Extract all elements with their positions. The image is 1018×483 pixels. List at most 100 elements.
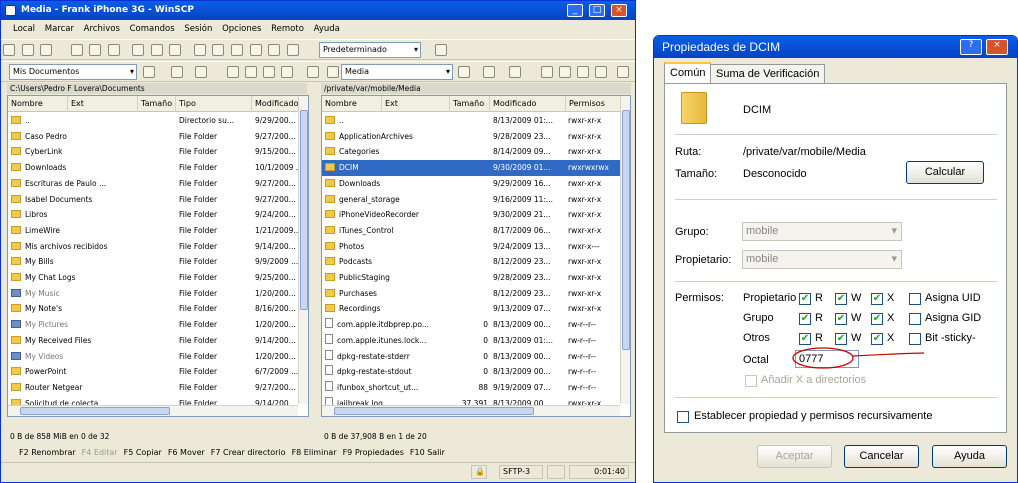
menu-marcar[interactable]: Marcar xyxy=(45,24,74,34)
cancelar-button[interactable]: Cancelar xyxy=(844,445,919,468)
file-row[interactable]: .. 8/13/2009 01:... rwxr-xr-x xyxy=(322,113,630,129)
maximize-button[interactable]: □ xyxy=(589,4,605,17)
root-dir-icon[interactable] xyxy=(245,66,257,78)
file-row[interactable]: ApplicationArchives 9/28/2009 23... rwxr-x… xyxy=(322,129,630,145)
col-size[interactable]: Tamaño xyxy=(138,96,176,112)
menu-ayuda[interactable]: Ayuda xyxy=(314,24,340,34)
propietario-select[interactable]: mobile xyxy=(742,250,902,269)
menu-opciones[interactable]: Opciones xyxy=(222,24,261,34)
fkey-button[interactable]: F8 Eliminar xyxy=(292,448,337,457)
parent-dir-icon[interactable] xyxy=(541,66,553,78)
menu-sesion[interactable]: Sesión xyxy=(184,24,212,34)
open-folder-icon[interactable] xyxy=(143,66,155,78)
file-row[interactable]: Mis archivos recibidos File Folder 9/14/20… xyxy=(8,239,308,255)
select-plus-icon[interactable] xyxy=(193,44,206,56)
file-row[interactable]: PublicStaging 9/28/2009 23... rwxr-xr-x xyxy=(322,270,630,286)
grupo-select[interactable]: mobile xyxy=(742,222,902,241)
add-x-checkbox[interactable] xyxy=(745,375,757,387)
file-row[interactable]: Photos 9/24/2009 13... rwxr-x--- xyxy=(322,239,630,255)
file-row[interactable]: My Received Files File Folder 9/14/200... xyxy=(8,333,308,349)
col-permissions[interactable]: Permisos xyxy=(566,96,622,112)
write-checkbox[interactable]: ✔ xyxy=(835,313,847,325)
file-row[interactable]: Isabel Documents File Folder 9/27/200... xyxy=(8,192,308,208)
file-row[interactable]: Caso Pedro File Folder 9/27/200... xyxy=(8,129,308,145)
special-checkbox[interactable] xyxy=(909,293,921,305)
open-folder-icon[interactable] xyxy=(458,66,470,78)
file-row[interactable]: CyberLink File Folder 9/15/200... xyxy=(8,144,308,160)
local-file-panel[interactable]: Nombre Ext Tamaño Tipo Modificado .. Dire… xyxy=(7,95,309,417)
local-vertical-scrollbar[interactable] xyxy=(298,96,308,404)
file-row[interactable]: general_storage 9/16/2009 11:... rwxr-xr-x xyxy=(322,192,630,208)
col-name[interactable]: Nombre xyxy=(322,96,382,112)
menu-local[interactable]: Local xyxy=(13,24,35,34)
synchronize-icon[interactable] xyxy=(70,44,83,56)
tree-icon[interactable] xyxy=(617,66,629,78)
file-row[interactable]: My Bills File Folder 9/9/2009 ... xyxy=(8,254,308,270)
filter-icon[interactable] xyxy=(231,44,244,56)
fkey-button[interactable]: F5 Copiar xyxy=(124,448,162,457)
back-icon[interactable] xyxy=(171,66,183,78)
fkey-button[interactable]: F9 Propiedades xyxy=(343,448,404,457)
console-icon[interactable] xyxy=(132,44,145,56)
col-ext[interactable]: Ext xyxy=(382,96,450,112)
refresh-icon[interactable] xyxy=(107,44,120,56)
file-row[interactable]: Downloads 9/29/2009 16... rwxr-xr-x xyxy=(322,176,630,192)
root-dir-icon[interactable] xyxy=(559,66,571,78)
close-button[interactable]: × xyxy=(611,4,627,17)
close-dialog-button[interactable]: × xyxy=(986,39,1008,55)
tab-comun[interactable]: Común xyxy=(664,62,712,83)
fkey-button[interactable]: F4 Editar xyxy=(82,448,118,457)
file-row[interactable]: My Music File Folder 1/20/200... xyxy=(8,286,308,302)
queue-icon[interactable] xyxy=(169,44,182,56)
invert-icon[interactable] xyxy=(249,44,262,56)
help-title-button[interactable]: ? xyxy=(960,39,982,55)
file-row[interactable]: dpkg-restate-stdout 0 8/13/2009 00... rw-r-… xyxy=(322,364,630,380)
file-row[interactable]: My Chat Logs File Folder 9/25/200... xyxy=(8,270,308,286)
fkey-button[interactable]: F10 Salir xyxy=(410,448,445,457)
file-row[interactable]: My Videos File Folder 1/20/200... xyxy=(8,349,308,365)
minimize-button[interactable]: _ xyxy=(567,4,583,17)
file-row[interactable]: iTunes_Control 8/17/2009 06... rwxr-xr-x xyxy=(322,223,630,239)
tree-icon[interactable] xyxy=(307,66,319,78)
home-icon[interactable] xyxy=(263,66,275,78)
fkey-button[interactable]: F2 Renombrar xyxy=(19,448,76,457)
forward-icon[interactable] xyxy=(509,66,521,78)
recursive-checkbox[interactable] xyxy=(677,411,689,423)
back-icon[interactable] xyxy=(483,66,495,78)
remote-vertical-scrollbar[interactable] xyxy=(620,96,630,404)
file-row[interactable]: dpkg-restate-stderr 0 8/13/2009 00... rw-r-… xyxy=(322,349,630,365)
file-row[interactable]: iPhoneVideoRecorder 9/30/2009 21... rwxr-x… xyxy=(322,207,630,223)
file-row[interactable]: Libros File Folder 9/24/200... xyxy=(8,207,308,223)
file-row[interactable]: com.apple.itdbprep.po... 0 8/13/2009 00...… xyxy=(322,317,630,333)
write-checkbox[interactable]: ✔ xyxy=(835,293,847,305)
preferences-icon[interactable] xyxy=(3,44,15,56)
file-row[interactable]: PowerPoint File Folder 6/7/2009 ... xyxy=(8,364,308,380)
file-row[interactable]: Recordings 9/13/2009 07... rwxr-xr-x xyxy=(322,301,630,317)
transfer-preset-select[interactable]: Predeterminado xyxy=(319,42,421,58)
file-row[interactable]: DCIM 9/30/2009 01... rwxrwxrwx xyxy=(322,160,630,177)
local-horizontal-scrollbar[interactable] xyxy=(8,405,298,416)
remote-file-panel[interactable]: Nombre Ext Tamaño Modificado Permisos ..… xyxy=(321,95,631,417)
fkey-button[interactable]: F7 Crear directorio xyxy=(211,448,286,457)
commander-icon[interactable] xyxy=(40,44,53,56)
remote-horizontal-scrollbar[interactable] xyxy=(322,405,620,416)
calcular-button[interactable]: Calcular xyxy=(906,161,984,184)
transfer-settings-icon[interactable] xyxy=(435,44,447,56)
execute-checkbox[interactable]: ✔ xyxy=(871,313,883,325)
ayuda-button[interactable]: Ayuda xyxy=(932,445,1007,468)
file-row[interactable]: Router Netgear File Folder 9/27/200... xyxy=(8,380,308,396)
right-drive-select[interactable]: Media xyxy=(341,64,453,80)
menu-remoto[interactable]: Remoto xyxy=(271,24,304,34)
read-checkbox[interactable]: ✔ xyxy=(799,313,811,325)
file-row[interactable]: ifunbox_shortcut_ut... 88 9/19/2009 07... r… xyxy=(322,380,630,396)
refresh-icon[interactable] xyxy=(281,66,293,78)
col-type[interactable]: Tipo xyxy=(176,96,252,112)
read-checkbox[interactable]: ✔ xyxy=(799,293,811,305)
fkey-button[interactable]: F6 Mover xyxy=(168,448,205,457)
file-row[interactable]: Downloads File Folder 10/1/2009 ... xyxy=(8,160,308,176)
file-row[interactable]: Escrituras de Paulo ... File Folder 9/27/2… xyxy=(8,176,308,192)
col-name[interactable]: Nombre xyxy=(8,96,68,112)
left-drive-select[interactable]: Mis Documentos xyxy=(9,64,137,80)
tab-suma-verificacion[interactable]: Suma de Verificación xyxy=(710,64,826,83)
file-row[interactable]: Categories 8/14/2009 09... rwxr-xr-x xyxy=(322,144,630,160)
